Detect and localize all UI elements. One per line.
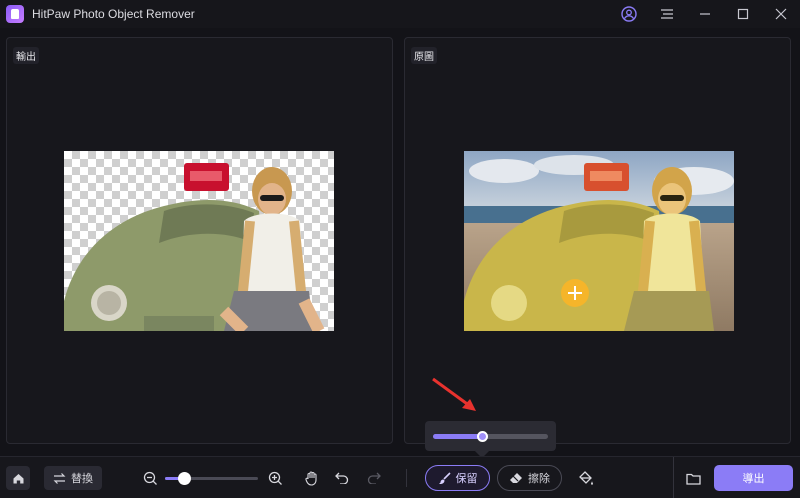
- user-circle-icon: [621, 6, 637, 22]
- replace-button-label: 替換: [71, 473, 93, 485]
- zoom-slider-knob[interactable]: [177, 472, 191, 485]
- output-image[interactable]: [64, 151, 334, 331]
- keep-button-label: 保留: [455, 473, 478, 485]
- original-photo: [464, 151, 734, 331]
- redo-icon: [367, 472, 381, 484]
- hand-icon: [305, 470, 317, 486]
- redo-button[interactable]: [364, 468, 384, 488]
- keep-brush-button[interactable]: 保留: [425, 465, 490, 491]
- original-image[interactable]: [464, 151, 734, 331]
- zoom-in-icon: [268, 471, 282, 485]
- hamburger-icon: [661, 9, 673, 19]
- brush-size-knob[interactable]: [477, 431, 489, 442]
- brush-size-popup: [425, 421, 556, 451]
- minimize-button[interactable]: [686, 0, 724, 28]
- paint-bucket-icon: [578, 470, 593, 485]
- app-logo-icon: [6, 5, 24, 23]
- brush-cursor-icon: [561, 279, 589, 307]
- app-title: HitPaw Photo Object Remover: [32, 7, 195, 21]
- close-icon: [775, 8, 787, 20]
- erase-button-label: 擦除: [528, 473, 550, 485]
- output-image-cutout: [64, 163, 325, 331]
- export-button[interactable]: 導出: [714, 465, 793, 491]
- open-folder-button[interactable]: [683, 468, 703, 488]
- account-button[interactable]: [610, 0, 648, 28]
- maximize-icon: [737, 8, 749, 20]
- zoom-slider[interactable]: [165, 472, 258, 485]
- home-icon: [13, 473, 23, 483]
- toolbar-divider: [406, 469, 407, 487]
- bottom-toolbar: 替換 保留 擦除 導出: [0, 456, 800, 498]
- window-controls: [610, 0, 800, 28]
- export-button-label: 導出: [742, 473, 765, 485]
- zoom-in-button[interactable]: [265, 468, 285, 488]
- brush-icon: [438, 471, 451, 484]
- output-panel-label: 輸出: [13, 47, 39, 64]
- pan-tool-button[interactable]: [302, 468, 322, 488]
- home-button[interactable]: [6, 466, 30, 490]
- minimize-icon: [700, 13, 710, 15]
- eraser-icon: [510, 473, 522, 483]
- title-bar: HitPaw Photo Object Remover: [0, 0, 800, 28]
- folder-icon: [685, 473, 701, 485]
- zoom-out-icon: [143, 471, 157, 485]
- swap-arrows-icon: [53, 472, 66, 484]
- zoom-out-button[interactable]: [140, 468, 160, 488]
- erase-button[interactable]: 擦除: [497, 465, 562, 491]
- replace-button[interactable]: 替換: [44, 466, 102, 490]
- undo-button[interactable]: [332, 468, 352, 488]
- close-button[interactable]: [762, 0, 800, 28]
- brush-size-slider[interactable]: [433, 431, 548, 442]
- original-panel-label: 原圖: [411, 47, 437, 64]
- maximize-button[interactable]: [724, 0, 762, 28]
- toolbar-divider-right: [673, 457, 674, 498]
- undo-icon: [335, 472, 349, 484]
- brush-size-fill: [433, 434, 483, 439]
- fill-bucket-button[interactable]: [576, 468, 596, 488]
- menu-button[interactable]: [648, 0, 686, 28]
- annotation-arrow-icon: [432, 377, 476, 411]
- app-window: HitPaw Photo Object Remover 輸出 原圖 替換 保留 …: [0, 0, 800, 498]
- output-panel: 輸出: [6, 37, 393, 444]
